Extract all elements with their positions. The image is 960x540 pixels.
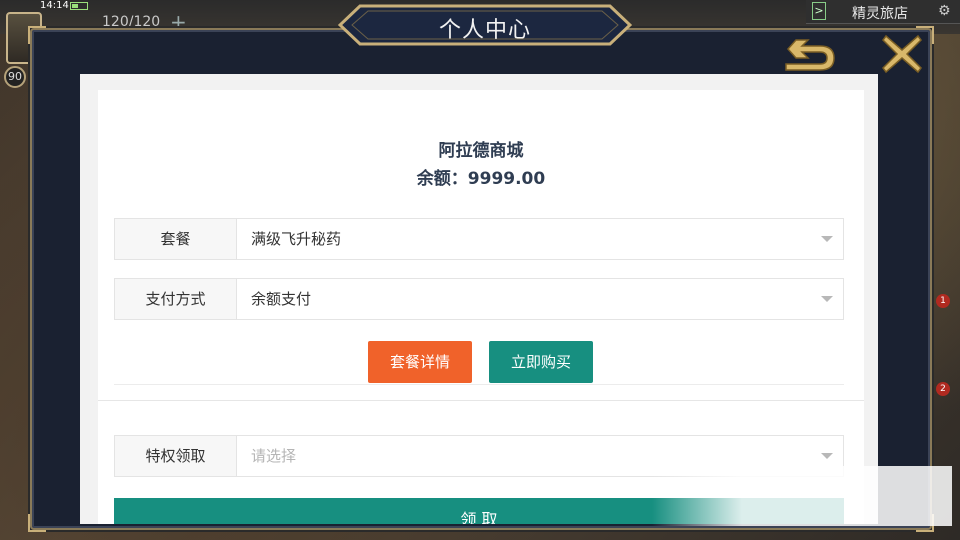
elf-inn-button[interactable]: > 精灵旅店 ⚙ bbox=[806, 0, 960, 24]
privilege-claim-placeholder: 请选择 bbox=[251, 447, 297, 465]
clock-time: 14:14 bbox=[40, 0, 69, 11]
package-value: 满级飞升秘药 bbox=[251, 230, 342, 248]
privilege-claim-label: 特权领取 bbox=[115, 436, 237, 476]
divider bbox=[98, 400, 864, 401]
elf-inn-label: 精灵旅店 bbox=[852, 6, 908, 22]
frame-corner bbox=[28, 26, 46, 44]
caret-down-icon bbox=[821, 453, 833, 459]
notification-badge: 1 bbox=[936, 294, 950, 308]
balance-label: 余额： bbox=[416, 169, 468, 189]
content-panel: 阿拉德商城 余额：9999.00 套餐 满级飞升秘药 支付方式 余额支付 套餐详… bbox=[80, 74, 878, 524]
title-plate: 个人中心 bbox=[338, 4, 632, 46]
gear-icon: ⚙ bbox=[938, 3, 951, 19]
back-button[interactable] bbox=[782, 38, 840, 78]
back-arrow-icon bbox=[785, 39, 835, 71]
payment-method-value: 余额支付 bbox=[251, 290, 312, 308]
balance-value: 9999.00 bbox=[467, 169, 546, 189]
privilege-claim-select[interactable]: 特权领取 请选择 bbox=[114, 435, 844, 477]
package-select[interactable]: 套餐 满级飞升秘药 bbox=[114, 218, 844, 260]
package-label: 套餐 bbox=[115, 219, 237, 259]
frame-corner bbox=[916, 514, 934, 532]
close-x-icon bbox=[882, 34, 922, 74]
player-level-badge: 90 bbox=[4, 66, 26, 88]
shop-name: 阿拉德商城 bbox=[438, 141, 524, 161]
divider bbox=[114, 384, 844, 385]
battery-icon bbox=[70, 2, 88, 10]
dialog-title: 个人中心 bbox=[438, 18, 531, 43]
balance-line: 余额：9999.00 bbox=[98, 164, 864, 189]
frame-corner bbox=[28, 514, 46, 532]
caret-down-icon bbox=[821, 236, 833, 242]
claim-button[interactable]: 领 取 bbox=[114, 498, 844, 524]
payment-method-label: 支付方式 bbox=[115, 279, 237, 319]
package-detail-button[interactable]: 套餐详情 bbox=[368, 341, 472, 383]
notification-badge: 2 bbox=[936, 382, 950, 396]
expand-arrow-icon: > bbox=[812, 2, 826, 20]
buy-now-button[interactable]: 立即购买 bbox=[489, 341, 593, 383]
payment-method-select[interactable]: 支付方式 余额支付 bbox=[114, 278, 844, 320]
shop-card: 阿拉德商城 余额：9999.00 套餐 满级飞升秘药 支付方式 余额支付 套餐详… bbox=[98, 90, 864, 524]
caret-down-icon bbox=[821, 296, 833, 302]
close-button[interactable] bbox=[880, 32, 924, 76]
